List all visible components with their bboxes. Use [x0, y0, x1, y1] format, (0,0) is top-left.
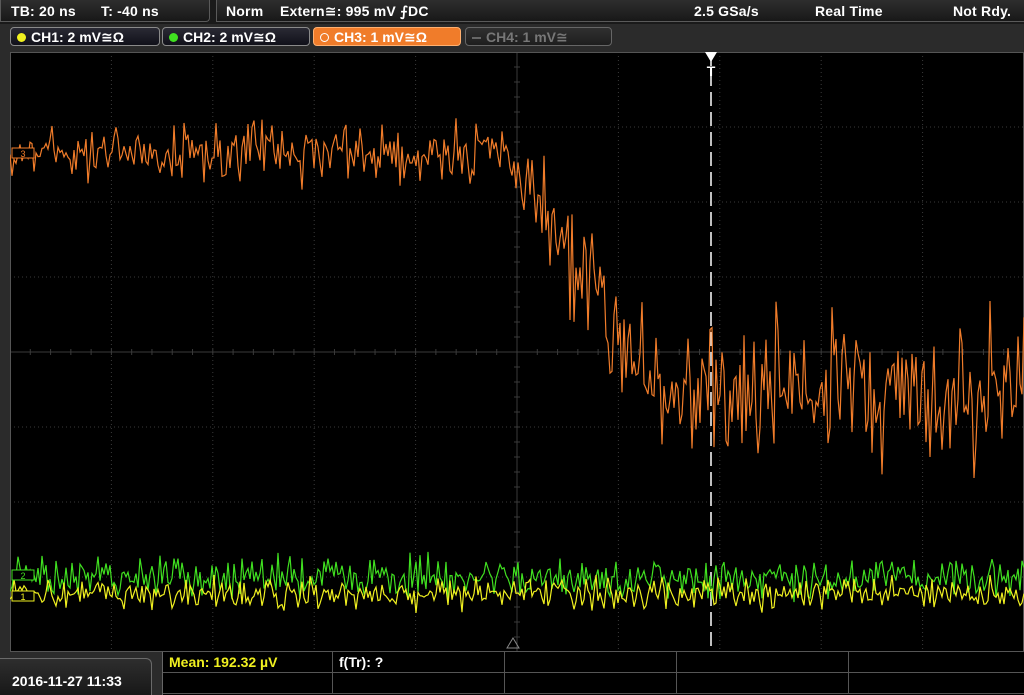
status-bar: TB: 20 ns T: -40 ns Norm Extern≅: 995 mV…	[0, 0, 1024, 24]
waveform-display[interactable]: T 3 2 1	[10, 52, 1024, 652]
svg-text:2: 2	[20, 571, 25, 581]
ch3-indicator-icon	[320, 33, 329, 42]
measurement-slot-9[interactable]	[677, 673, 849, 694]
measurement-slot-6[interactable]	[163, 673, 333, 694]
ch4-indicator-icon	[472, 37, 481, 39]
datetime-display: 2016-11-27 11:33	[0, 658, 152, 695]
ch1-indicator-icon	[17, 33, 26, 42]
measurement-slot-10[interactable]	[849, 673, 1024, 694]
svg-text:1: 1	[20, 592, 25, 602]
measurement-slot-4[interactable]	[677, 652, 849, 673]
timebase-value[interactable]: TB: 20 ns	[11, 0, 76, 22]
ch3-ref-marker[interactable]: 3	[11, 147, 35, 159]
measurement-mean[interactable]: Mean: 192.32 µV	[163, 652, 333, 673]
ch1-label: CH1: 2 mV≅Ω	[31, 29, 124, 45]
acquisition-state: Not Rdy.	[953, 3, 1012, 19]
ch4-label: CH4: 1 mV≅	[486, 29, 568, 45]
channel-tab-ch1[interactable]: CH1: 2 mV≅Ω	[10, 27, 160, 46]
measurement-slot-7[interactable]	[333, 673, 505, 694]
channel-tab-ch3[interactable]: CH3: 1 mV≅Ω	[313, 27, 461, 46]
channel-tab-ch4[interactable]: CH4: 1 mV≅	[465, 27, 612, 46]
trigger-marker-label: T	[707, 63, 716, 79]
sample-rate[interactable]: 2.5 GSa/s	[694, 0, 759, 22]
measurement-slot-3[interactable]	[505, 652, 677, 673]
ch2-label: CH2: 2 mV≅Ω	[183, 29, 276, 45]
trigger-panel[interactable]: Norm Extern≅: 995 mV ⨍DC 2.5 GSa/s Real …	[216, 0, 1024, 22]
ch2-ref-marker[interactable]: 2	[11, 569, 35, 581]
bottom-bar: 2016-11-27 11:33 Mean: 192.32 µV f(Tr): …	[0, 652, 1024, 695]
ch1-ref-marker[interactable]: 1	[11, 590, 35, 602]
timebase-panel[interactable]: TB: 20 ns T: -40 ns	[0, 0, 210, 22]
channel-tabs: CH1: 2 mV≅Ω CH2: 2 mV≅Ω CH3: 1 mV≅Ω CH4:…	[0, 25, 1024, 49]
measurement-slot-5[interactable]	[849, 652, 1024, 673]
channel-tab-ch2[interactable]: CH2: 2 mV≅Ω	[162, 27, 310, 46]
acquisition-mode[interactable]: Real Time	[815, 0, 883, 22]
measurement-slot-8[interactable]	[505, 673, 677, 694]
trigger-position-icon[interactable]	[705, 52, 717, 62]
ch2-indicator-icon	[169, 33, 178, 42]
measurement-panel[interactable]: Mean: 192.32 µV f(Tr): ?	[162, 652, 1024, 695]
trigger-source[interactable]: Extern≅: 995 mV ⨍DC	[280, 0, 429, 22]
ch3-label: CH3: 1 mV≅Ω	[334, 29, 427, 45]
svg-text:3: 3	[20, 149, 25, 159]
trigger-mode[interactable]: Norm	[226, 0, 263, 22]
measurement-rise-freq[interactable]: f(Tr): ?	[333, 652, 505, 673]
trigger-offset-value[interactable]: T: -40 ns	[101, 0, 159, 22]
graticule	[10, 52, 1024, 652]
